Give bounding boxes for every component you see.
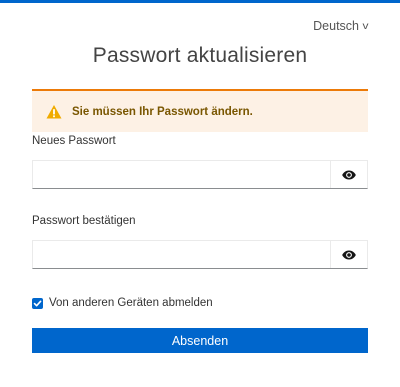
page-title: Passwort aktualisieren [92, 44, 308, 67]
confirm-password-label: Passwort bestätigen [32, 215, 136, 227]
eye-icon [342, 170, 356, 179]
alert-message: Sie müssen Ihr Passwort ändern. [72, 105, 253, 118]
language-selector[interactable]: Deutsch v [313, 19, 368, 33]
language-label: Deutsch [313, 19, 359, 33]
checkmark-icon [33, 300, 42, 306]
logout-other-devices-option: Von anderen Geräten abmelden [32, 297, 213, 309]
eye-icon [342, 250, 356, 259]
top-accent-bar [0, 0, 400, 3]
submit-button[interactable]: Absenden [32, 328, 368, 353]
confirm-password-field [32, 240, 368, 269]
new-password-field [32, 160, 368, 189]
chevron-down-icon: v [362, 20, 369, 32]
new-password-input[interactable] [33, 161, 330, 188]
logout-other-devices-label[interactable]: Von anderen Geräten abmelden [49, 297, 213, 309]
logout-other-devices-checkbox[interactable] [32, 297, 43, 309]
new-password-label: Neues Passwort [32, 135, 116, 147]
show-confirm-password-button[interactable] [330, 241, 367, 268]
show-new-password-button[interactable] [330, 161, 367, 188]
warning-icon [46, 104, 62, 118]
warning-alert: Sie müssen Ihr Passwort ändern. [32, 89, 368, 132]
confirm-password-input[interactable] [33, 241, 330, 268]
